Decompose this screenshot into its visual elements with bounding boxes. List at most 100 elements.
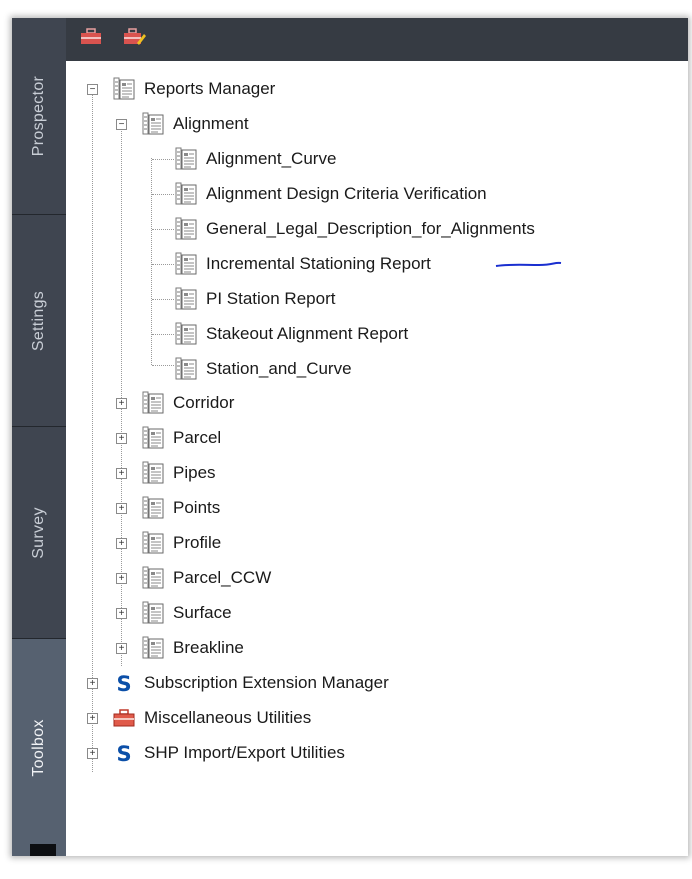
tree-node-reports-manager[interactable]: − Reports Manager bbox=[86, 74, 275, 104]
report-icon bbox=[141, 426, 165, 450]
vertical-tab-strip: Prospector Settings Survey Toolbox bbox=[12, 18, 66, 856]
tree-branch bbox=[152, 264, 174, 265]
svg-text:S: S bbox=[116, 672, 131, 695]
report-icon bbox=[141, 531, 165, 555]
tree-node-category[interactable]: + Pipes bbox=[115, 458, 216, 488]
tab-toolbox[interactable]: Toolbox bbox=[12, 639, 66, 856]
tree-node-label: PI Station Report bbox=[206, 289, 336, 308]
svg-text:S: S bbox=[116, 742, 131, 765]
report-icon bbox=[174, 182, 198, 206]
tree-node-label: Incremental Stationing Report bbox=[206, 254, 431, 273]
report-icon bbox=[174, 357, 198, 381]
toolbox-icon bbox=[112, 706, 136, 730]
tab-settings-label: Settings bbox=[30, 290, 47, 351]
tree-node-label: Reports Manager bbox=[144, 79, 276, 98]
expand-icon[interactable]: + bbox=[87, 748, 98, 759]
tree-report-item[interactable]: Station_and_Curve bbox=[174, 354, 352, 384]
expand-icon[interactable]: + bbox=[116, 398, 127, 409]
tree-node-miscellaneous-utilities[interactable]: + Miscellaneous Utilities bbox=[86, 703, 311, 733]
tree-node-label: Alignment_Curve bbox=[206, 149, 337, 168]
expand-icon[interactable]: + bbox=[87, 713, 98, 724]
tree-report-item[interactable]: General_Legal_Description_for_Alignments bbox=[174, 214, 535, 244]
tree-branch bbox=[152, 334, 174, 335]
report-icon bbox=[141, 601, 165, 625]
toolbar bbox=[66, 18, 688, 61]
tree-node-label: Station_and_Curve bbox=[206, 359, 352, 378]
tree-node-label: SHP Import/Export Utilities bbox=[144, 743, 345, 762]
tab-survey-label: Survey bbox=[30, 506, 47, 559]
tree-node-category[interactable]: + Points bbox=[115, 493, 220, 523]
expand-icon[interactable]: + bbox=[116, 573, 127, 584]
tree-node-label: Profile bbox=[173, 533, 222, 552]
tree-node-label: General_Legal_Description_for_Alignments bbox=[206, 219, 535, 238]
tree-node-label: Alignment bbox=[173, 114, 249, 133]
tab-survey[interactable]: Survey bbox=[12, 427, 66, 639]
collapse-icon[interactable]: − bbox=[116, 119, 127, 130]
toolbox-icon bbox=[81, 28, 101, 44]
report-icon bbox=[141, 461, 165, 485]
report-icon bbox=[174, 252, 198, 276]
expand-icon[interactable]: + bbox=[116, 503, 127, 514]
report-icon bbox=[141, 496, 165, 520]
tree-report-item[interactable]: Incremental Stationing Report bbox=[174, 249, 431, 279]
tree-node-label: Subscription Extension Manager bbox=[144, 673, 389, 692]
tree-report-item[interactable]: Stakeout Alignment Report bbox=[174, 319, 408, 349]
collapse-icon[interactable]: − bbox=[87, 84, 98, 95]
tree-node-subscription-extension-manager[interactable]: + S Subscription Extension Manager bbox=[86, 668, 389, 698]
report-icon bbox=[174, 322, 198, 346]
tab-toolbox-label: Toolbox bbox=[30, 718, 47, 777]
tree-node-label: Parcel bbox=[173, 428, 222, 447]
tree-branch bbox=[152, 229, 174, 230]
tree-node-label: Breakline bbox=[173, 638, 244, 657]
tree-node-category[interactable]: + Surface bbox=[115, 598, 232, 628]
tree-node-category[interactable]: + Corridor bbox=[115, 388, 234, 418]
expand-icon[interactable]: + bbox=[116, 608, 127, 619]
expand-icon[interactable]: + bbox=[116, 433, 127, 444]
tab-strip-footer bbox=[30, 844, 56, 856]
tree-node-label: Alignment Design Criteria Verification bbox=[206, 184, 487, 203]
toolbox-tree: − Reports Manager − Alignment Alignment_… bbox=[66, 61, 688, 856]
report-icon bbox=[174, 217, 198, 241]
expand-icon[interactable]: + bbox=[87, 678, 98, 689]
report-icon bbox=[112, 77, 136, 101]
report-icon bbox=[174, 287, 198, 311]
tree-node-label: Miscellaneous Utilities bbox=[144, 708, 312, 727]
report-icon bbox=[141, 391, 165, 415]
tree-branch bbox=[152, 194, 174, 195]
tree-node-label: Points bbox=[173, 498, 221, 517]
tree-report-item[interactable]: PI Station Report bbox=[174, 284, 335, 314]
edit-toolbox-button[interactable] bbox=[124, 28, 146, 46]
toolspace-panel: Prospector Settings Survey Toolbox − Rep… bbox=[12, 18, 688, 856]
tree-report-item[interactable]: Alignment_Curve bbox=[174, 144, 336, 174]
tree-branch bbox=[152, 159, 174, 160]
tab-prospector-label: Prospector bbox=[30, 75, 47, 157]
s-logo-icon: S bbox=[112, 671, 136, 696]
tree-report-item[interactable]: Alignment Design Criteria Verification bbox=[174, 179, 487, 209]
tree-branch bbox=[152, 365, 174, 366]
annotation-line bbox=[495, 261, 562, 267]
report-icon bbox=[174, 147, 198, 171]
report-icon bbox=[141, 112, 165, 136]
tab-settings[interactable]: Settings bbox=[12, 215, 66, 427]
tree-branch bbox=[152, 299, 174, 300]
tree-node-alignment[interactable]: − Alignment bbox=[115, 109, 249, 139]
tree-node-shp-import-export-utilities[interactable]: + S SHP Import/Export Utilities bbox=[86, 738, 345, 768]
report-icon bbox=[141, 566, 165, 590]
toolbox-button[interactable] bbox=[80, 28, 102, 46]
tree-node-label: Pipes bbox=[173, 463, 216, 482]
tree-node-label: Stakeout Alignment Report bbox=[206, 324, 409, 343]
report-icon bbox=[141, 636, 165, 660]
tree-node-category[interactable]: + Profile bbox=[115, 528, 221, 558]
expand-icon[interactable]: + bbox=[116, 468, 127, 479]
s-logo-icon: S bbox=[112, 741, 136, 766]
tree-node-category[interactable]: + Parcel_CCW bbox=[115, 563, 271, 593]
tab-prospector[interactable]: Prospector bbox=[12, 18, 66, 215]
tree-node-label: Surface bbox=[173, 603, 232, 622]
tree-node-category[interactable]: + Breakline bbox=[115, 633, 244, 663]
edit-toolbox-icon bbox=[124, 28, 146, 45]
tree-node-category[interactable]: + Parcel bbox=[115, 423, 221, 453]
expand-icon[interactable]: + bbox=[116, 643, 127, 654]
tree-node-label: Parcel_CCW bbox=[173, 568, 272, 587]
expand-icon[interactable]: + bbox=[116, 538, 127, 549]
tree-node-label: Corridor bbox=[173, 393, 235, 412]
